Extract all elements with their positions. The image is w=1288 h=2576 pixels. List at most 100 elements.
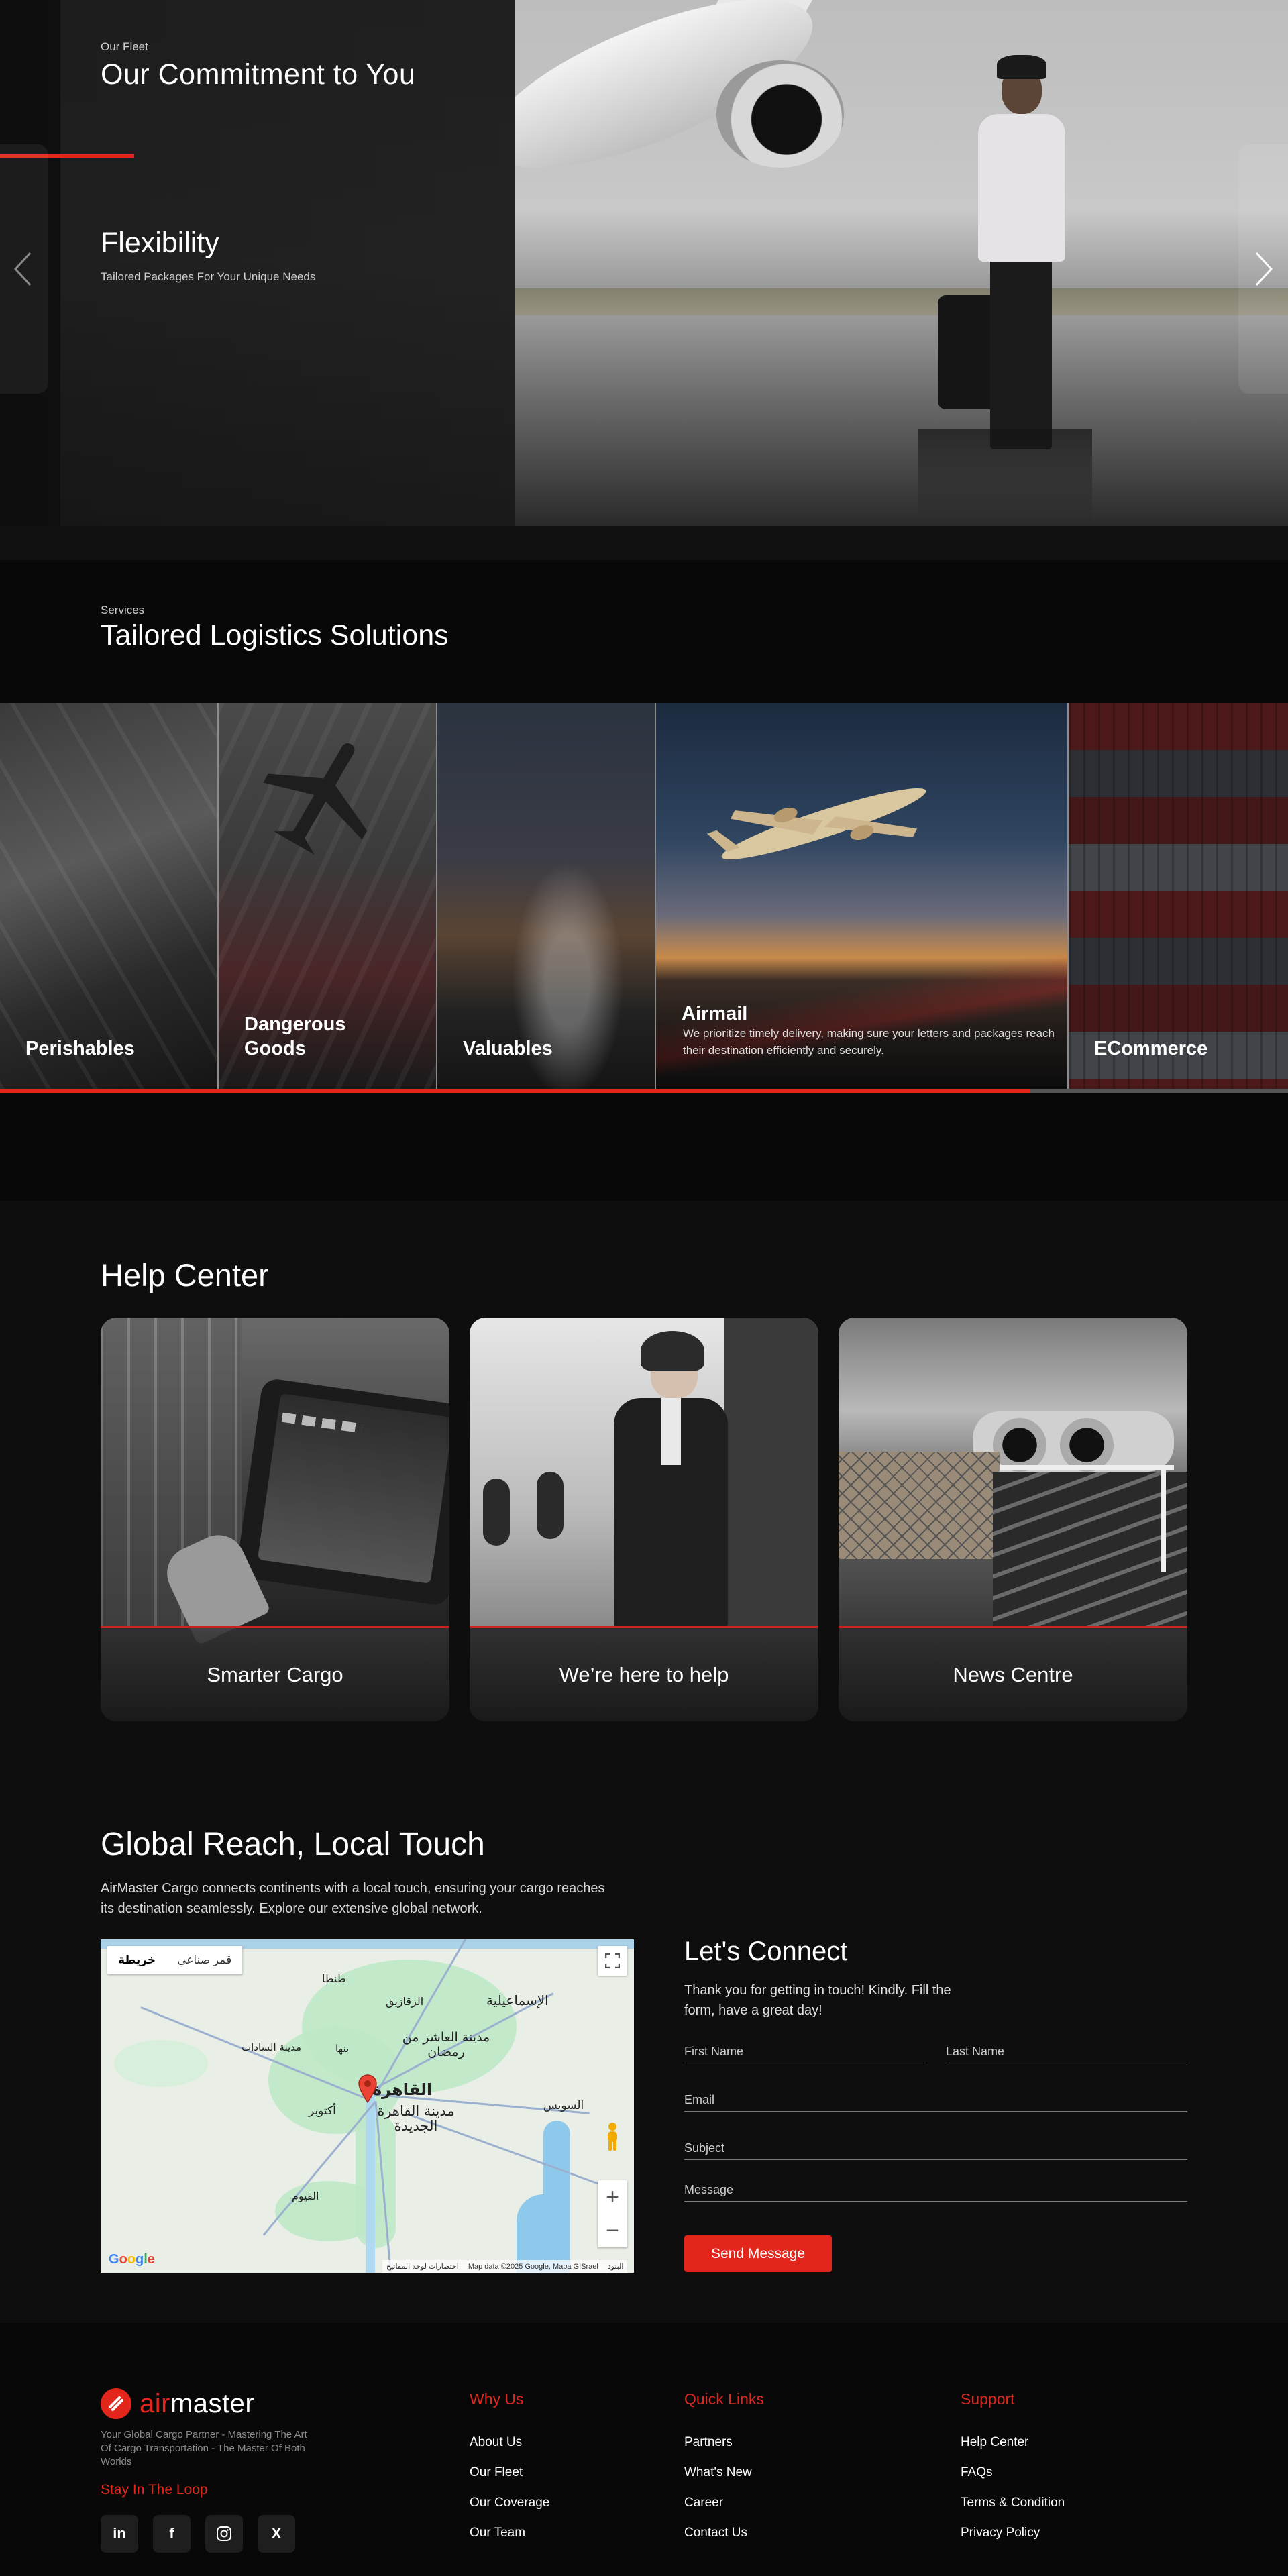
global-reach-text: AirMaster Cargo connects continents with… xyxy=(101,1881,605,1916)
footer-link[interactable]: What's New xyxy=(684,2457,764,2487)
help-card-label: Smarter Cargo xyxy=(101,1628,449,1721)
linkedin-icon[interactable]: in xyxy=(101,2515,138,2553)
service-card-airmail[interactable]: Airmail We prioritize timely delivery, m… xyxy=(656,703,1069,1089)
footer-link[interactable]: FAQs xyxy=(961,2457,1065,2487)
footer-link[interactable]: Partners xyxy=(684,2427,764,2457)
services-section: Services Tailored Logistics Solutions Pe… xyxy=(0,560,1288,1201)
service-description: We prioritize timely delivery, making su… xyxy=(683,1027,1055,1057)
fleet-title: Our Commitment to You xyxy=(101,58,416,91)
services-progress-bar xyxy=(0,1089,1288,1093)
map-city-label: أكتوبر xyxy=(309,2104,336,2118)
map-pin-icon[interactable] xyxy=(358,2074,378,2103)
map-city-label: طنطا xyxy=(322,1972,346,1985)
slider-next-button[interactable] xyxy=(1238,144,1288,394)
chevron-right-icon xyxy=(1255,252,1273,286)
help-center-title: Help Center xyxy=(101,1257,269,1293)
cargo-loading-image xyxy=(839,1318,1187,1627)
map-zoom-in-button[interactable]: + xyxy=(598,2180,627,2214)
footer-link[interactable]: Career xyxy=(684,2487,764,2518)
footer-column-heading: Support xyxy=(961,2390,1015,2408)
service-card-ecommerce[interactable]: ECommerce xyxy=(1069,703,1288,1089)
tablet-image xyxy=(101,1318,449,1646)
street-view-pegman-icon[interactable] xyxy=(603,2122,622,2151)
instagram-icon[interactable] xyxy=(205,2515,243,2553)
services-title: Tailored Logistics Solutions xyxy=(101,619,449,651)
map-zoom-out-button[interactable]: − xyxy=(598,2214,627,2247)
service-card-valuables[interactable]: Valuables xyxy=(437,703,656,1089)
map-fullscreen-button[interactable] xyxy=(598,1946,627,1976)
service-card-perishables[interactable]: Perishables xyxy=(0,703,219,1089)
first-name-input[interactable] xyxy=(684,2045,926,2059)
services-progress-fill xyxy=(0,1089,1030,1093)
map-zoom-controls: + − xyxy=(598,2180,627,2247)
service-card-dangerous-goods[interactable]: Dangerous Goods xyxy=(219,703,437,1089)
fleet-slide-subtitle: Tailored Packages For Your Unique Needs xyxy=(101,270,316,283)
map-keyboard-shortcuts-link[interactable]: اختصارات لوحة المفاتيح xyxy=(386,2262,459,2271)
email-input[interactable] xyxy=(684,2093,1187,2107)
footer-link[interactable]: Help Center xyxy=(961,2427,1065,2457)
global-reach-title: Global Reach, Local Touch xyxy=(101,1827,485,1862)
message-field[interactable] xyxy=(684,2179,1187,2202)
help-card-help[interactable]: We’re here to help xyxy=(470,1318,818,1721)
service-label: Dangerous Goods xyxy=(244,1014,346,1059)
footer-column-support: Support Help Center FAQs Terms & Conditi… xyxy=(961,2390,1065,2548)
airplane-image xyxy=(706,788,926,859)
map-city-label: مدينة السادات xyxy=(241,2041,302,2053)
fleet-slide-title: Flexibility xyxy=(101,227,219,259)
map-city-label: السويس xyxy=(543,2099,584,2112)
subject-field[interactable] xyxy=(684,2137,1187,2160)
map-type-satellite-button[interactable]: قمر صناعي xyxy=(166,1946,242,1974)
help-card-label: We’re here to help xyxy=(470,1628,818,1721)
footer-tagline: Your Global Cargo Partner - Mastering Th… xyxy=(101,2429,307,2467)
map-attribution: اختصارات لوحة المفاتيح Map data ©2025 Go… xyxy=(382,2260,628,2273)
map-terms-link[interactable]: البنود xyxy=(608,2262,624,2271)
map-type-map-button[interactable]: خريطة xyxy=(107,1946,166,1974)
message-input[interactable] xyxy=(684,2183,1187,2197)
fleet-hero-image xyxy=(515,0,1288,526)
airmaster-logo-icon xyxy=(101,2388,131,2419)
footer-column-heading: Why Us xyxy=(470,2390,524,2408)
brand-air: air xyxy=(140,2388,170,2418)
last-name-input[interactable] xyxy=(946,2045,1187,2059)
service-label: Airmail xyxy=(682,1003,748,1024)
help-card-news[interactable]: News Centre xyxy=(839,1318,1187,1721)
help-center-cards: Smarter Cargo We’re here to help News Ce… xyxy=(101,1318,1187,1721)
map-city-label: بنها xyxy=(335,2043,350,2055)
fleet-eyebrow: Our Fleet xyxy=(101,40,148,53)
last-name-field[interactable] xyxy=(946,2041,1187,2063)
footer-link[interactable]: Contact Us xyxy=(684,2518,764,2548)
facebook-icon[interactable]: f xyxy=(153,2515,191,2553)
x-twitter-icon[interactable]: X xyxy=(258,2515,295,2553)
slider-prev-button[interactable] xyxy=(0,144,48,394)
help-card-label: News Centre xyxy=(839,1628,1187,1721)
send-message-button[interactable]: Send Message xyxy=(684,2235,832,2272)
footer-link[interactable]: Our Fleet xyxy=(470,2457,549,2487)
map-city-label: الفيوم xyxy=(292,2190,319,2202)
footer-column-quick-links: Quick Links Partners What's New Career C… xyxy=(684,2390,764,2548)
footer-link[interactable]: Privacy Policy xyxy=(961,2518,1065,2548)
connect-title: Let's Connect xyxy=(684,1937,848,1966)
airmaster-logo[interactable]: airmaster xyxy=(101,2387,254,2420)
email-field[interactable] xyxy=(684,2089,1187,2112)
map-city-label: الزقازيق xyxy=(386,1995,424,2008)
map-city-label: مدينة القاهرة الجديدة xyxy=(377,2103,455,2134)
chevron-left-icon xyxy=(13,252,32,286)
service-label: ECommerce xyxy=(1094,1038,1208,1059)
map-city-label: القاهرة xyxy=(372,2080,433,2099)
subject-input[interactable] xyxy=(684,2141,1187,2155)
brand-master: master xyxy=(170,2388,255,2418)
footer-link[interactable]: Terms & Condition xyxy=(961,2487,1065,2518)
service-label: Valuables xyxy=(463,1038,553,1059)
google-map[interactable]: طنطا الزقازيق الإسماعيلية مدينة العاشر م… xyxy=(101,1939,634,2273)
map-type-toggle[interactable]: خريطة قمر صناعي xyxy=(107,1946,243,1974)
social-links: in f X xyxy=(101,2515,295,2553)
first-name-field[interactable] xyxy=(684,2041,926,2063)
services-eyebrow: Services xyxy=(101,604,145,616)
stay-in-loop-title: Stay In The Loop xyxy=(101,2482,208,2498)
footer-link[interactable]: Our Coverage xyxy=(470,2487,549,2518)
footer-column-heading: Quick Links xyxy=(684,2390,764,2408)
footer-link[interactable]: Our Team xyxy=(470,2518,549,2548)
footer-link[interactable]: About Us xyxy=(470,2427,549,2457)
fullscreen-icon xyxy=(605,1953,620,1968)
help-card-smarter-cargo[interactable]: Smarter Cargo xyxy=(101,1318,449,1721)
